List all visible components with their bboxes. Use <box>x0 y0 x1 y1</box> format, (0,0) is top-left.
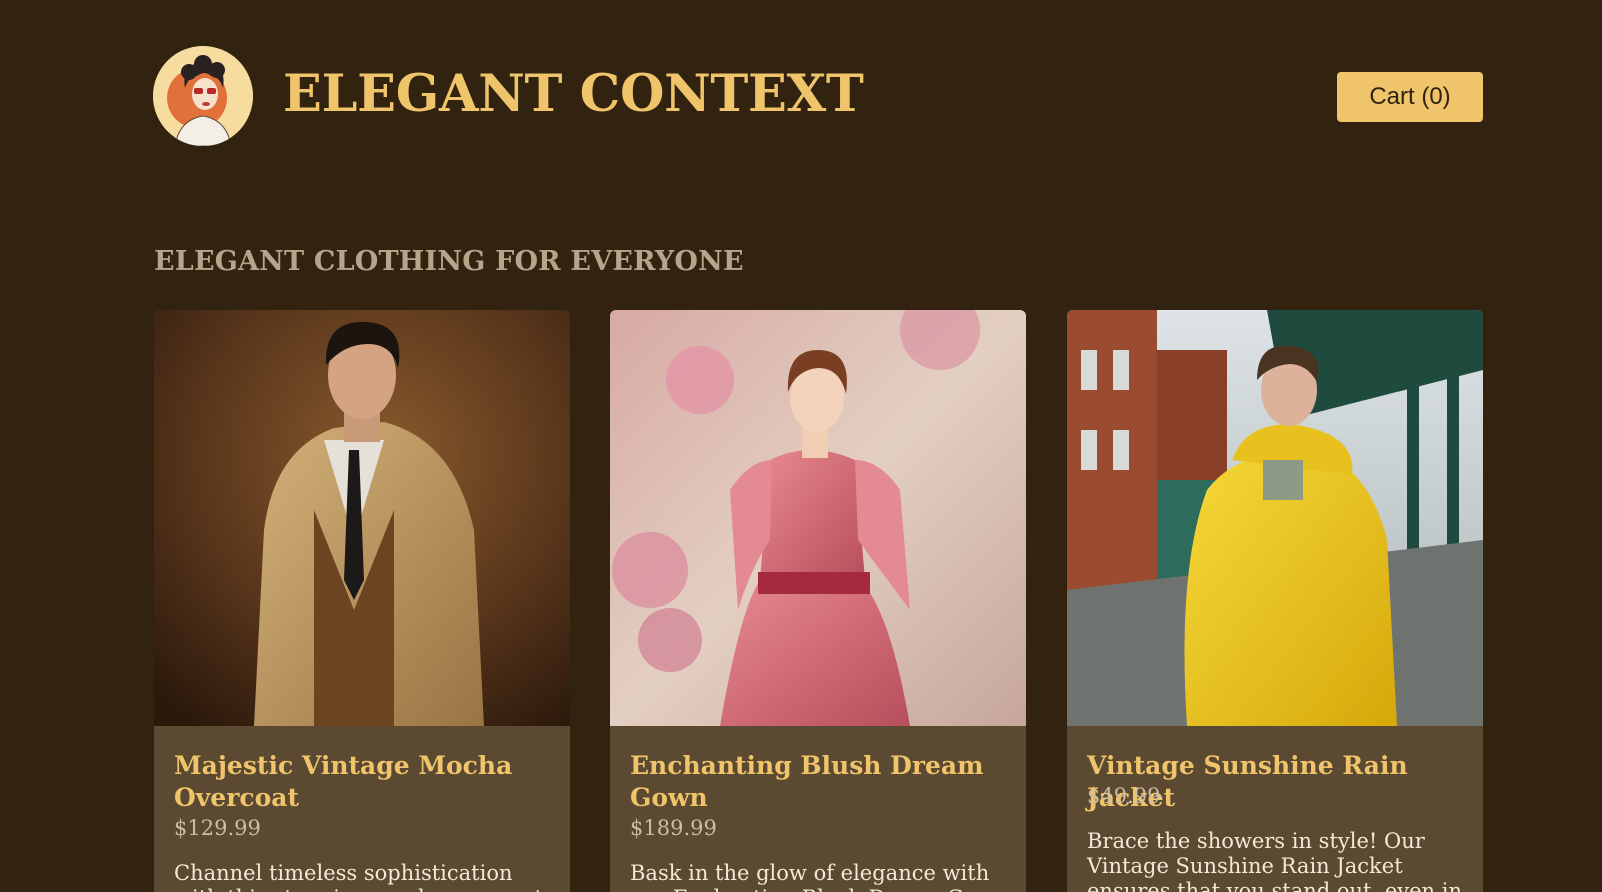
product-name[interactable]: Majestic Vintage Mocha Overcoat <box>174 750 554 814</box>
product-image-sunshine-rain-jacket[interactable] <box>1067 310 1483 726</box>
section-title: ELEGANT CLOTHING FOR EVERYONE <box>154 246 744 277</box>
product-price: $49.99 <box>1087 784 1161 808</box>
product-price: $189.99 <box>630 816 717 840</box>
site-header: ELEGANT CONTEXT Cart (0) <box>153 46 1483 146</box>
product-price: $129.99 <box>174 816 261 840</box>
product-image-mocha-overcoat[interactable] <box>154 310 570 726</box>
cart-button[interactable]: Cart (0) <box>1337 72 1483 122</box>
product-card[interactable]: Majestic Vintage Mocha Overcoat $129.99 … <box>154 310 570 892</box>
product-description: Bask in the glow of elegance with our En… <box>630 861 1008 892</box>
product-description: Channel timeless sophistication with thi… <box>174 861 543 892</box>
brand-name[interactable]: ELEGANT CONTEXT <box>283 64 864 124</box>
product-description: Brace the showers in style! Our Vintage … <box>1087 829 1462 892</box>
product-image-blush-gown[interactable] <box>610 310 1026 726</box>
product-card[interactable]: Vintage Sunshine Rain Jacket $49.99 Brac… <box>1067 310 1483 892</box>
brand-logo-icon[interactable] <box>153 46 253 146</box>
product-name[interactable]: Enchanting Blush Dream Gown <box>630 750 1010 814</box>
product-card[interactable]: Enchanting Blush Dream Gown $189.99 Bask… <box>610 310 1026 892</box>
